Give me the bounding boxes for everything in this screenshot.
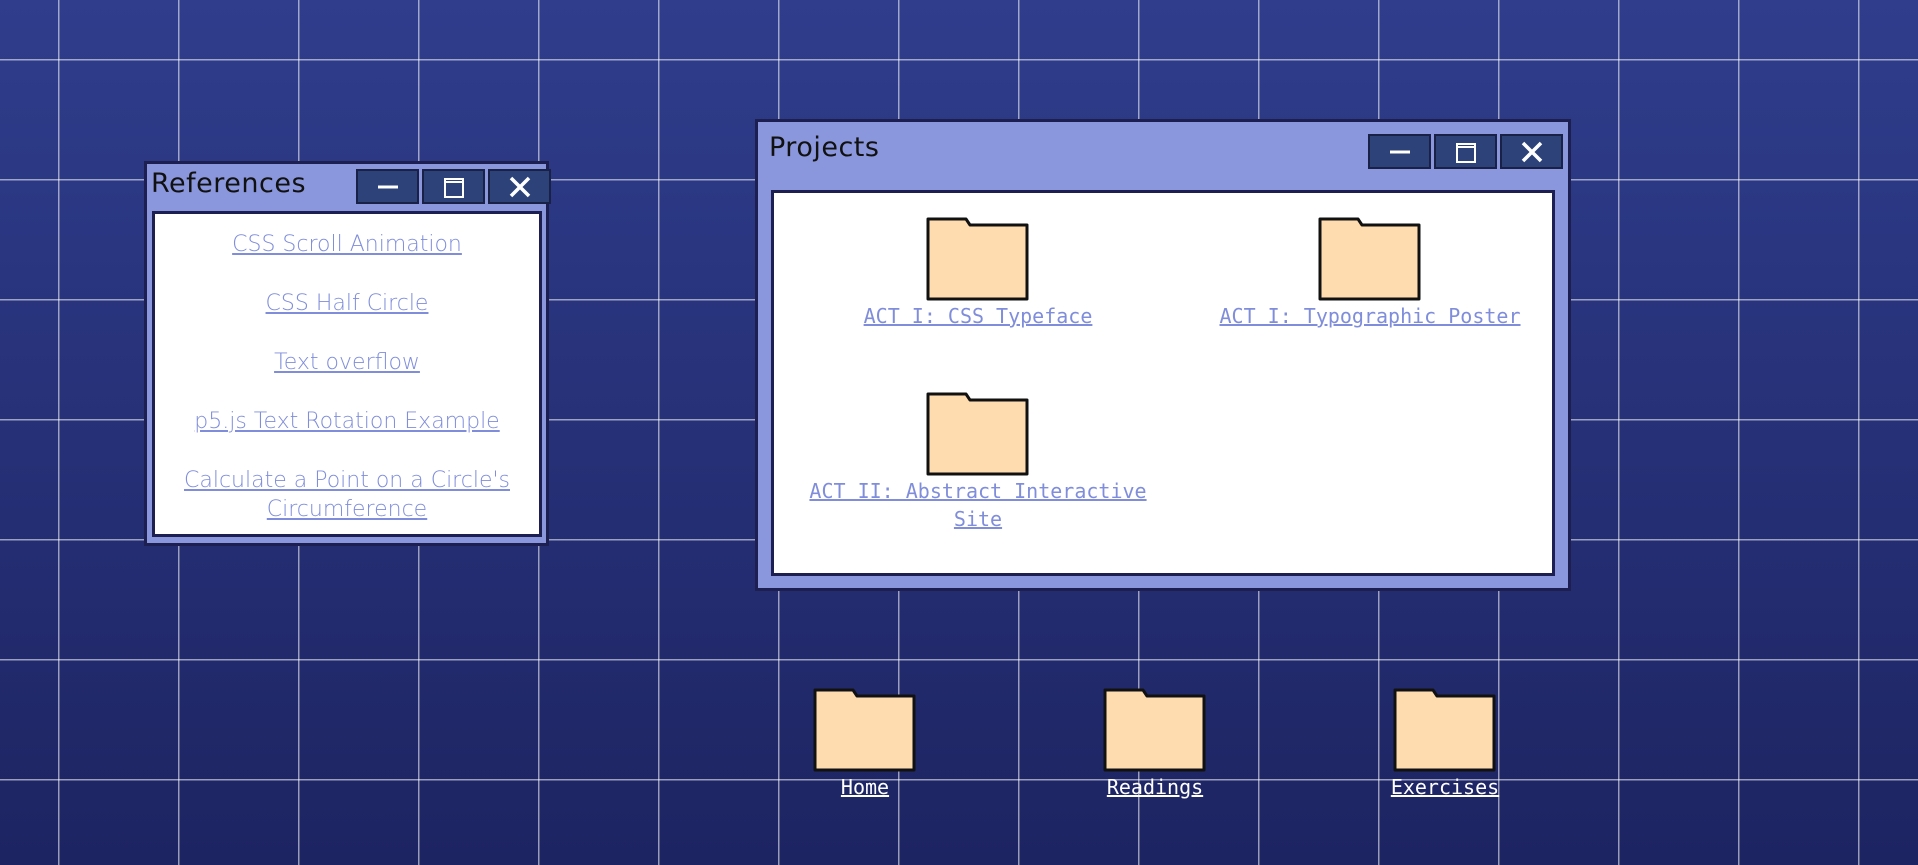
references-window-title: References bbox=[151, 168, 307, 199]
projects-folder-grid: ACT I: CSS Typeface ACT I: Typographic P… bbox=[771, 190, 1555, 576]
maximize-icon bbox=[1455, 142, 1476, 163]
project-folder-label[interactable]: ACT II: Abstract Interactive Site bbox=[788, 477, 1168, 533]
folder-icon bbox=[926, 392, 1029, 476]
project-folder-css-typeface[interactable]: ACT I: CSS Typeface bbox=[774, 216, 1182, 330]
reference-link-text-rotation[interactable]: p5.js Text Rotation Example bbox=[167, 407, 527, 436]
project-folder-label[interactable]: ACT I: CSS Typeface bbox=[774, 302, 1182, 330]
minimize-icon bbox=[1389, 150, 1410, 153]
references-list: CSS Scroll Animation CSS Half Circle Tex… bbox=[152, 211, 542, 537]
reference-link-half-circle[interactable]: CSS Half Circle bbox=[167, 289, 527, 318]
close-button[interactable] bbox=[488, 169, 551, 204]
maximize-icon bbox=[443, 177, 464, 198]
projects-window-controls bbox=[1368, 134, 1563, 169]
desktop-folder-label[interactable]: Exercises bbox=[1370, 773, 1520, 801]
folder-icon bbox=[813, 688, 916, 772]
minimize-button[interactable] bbox=[1368, 134, 1431, 169]
desktop-folder-exercises[interactable]: Exercises bbox=[1370, 687, 1520, 801]
desktop-folder-readings[interactable]: Readings bbox=[1080, 687, 1230, 801]
close-icon bbox=[1521, 141, 1542, 162]
close-icon bbox=[509, 176, 530, 197]
project-folder-abstract-site[interactable]: ACT II: Abstract Interactive Site bbox=[788, 391, 1168, 533]
reference-link-text-overflow[interactable]: Text overflow bbox=[167, 348, 527, 377]
minimize-button[interactable] bbox=[356, 169, 419, 204]
folder-icon bbox=[1103, 688, 1206, 772]
close-button[interactable] bbox=[1500, 134, 1563, 169]
project-folder-typographic-poster[interactable]: ACT I: Typographic Poster bbox=[1182, 216, 1558, 330]
maximize-button[interactable] bbox=[422, 169, 485, 204]
desktop-folder-label[interactable]: Readings bbox=[1080, 773, 1230, 801]
desktop-folder-label[interactable]: Home bbox=[790, 773, 940, 801]
folder-icon bbox=[1393, 688, 1496, 772]
folder-icon bbox=[926, 217, 1029, 301]
projects-window: Projects ACT I: CSS Typeface ACT I: Typo… bbox=[755, 119, 1571, 591]
reference-link-circle-point[interactable]: Calculate a Point on a Circle's Circumfe… bbox=[167, 466, 527, 524]
maximize-button[interactable] bbox=[1434, 134, 1497, 169]
minimize-icon bbox=[377, 185, 398, 188]
desktop-folder-home[interactable]: Home bbox=[790, 687, 940, 801]
references-window: References CSS Scroll Animation CSS Half… bbox=[144, 161, 551, 546]
folder-icon bbox=[1318, 217, 1421, 301]
references-window-controls bbox=[356, 169, 551, 204]
reference-link-scroll-animation[interactable]: CSS Scroll Animation bbox=[167, 230, 527, 259]
project-folder-label[interactable]: ACT I: Typographic Poster bbox=[1182, 302, 1558, 330]
projects-window-title: Projects bbox=[769, 132, 880, 163]
